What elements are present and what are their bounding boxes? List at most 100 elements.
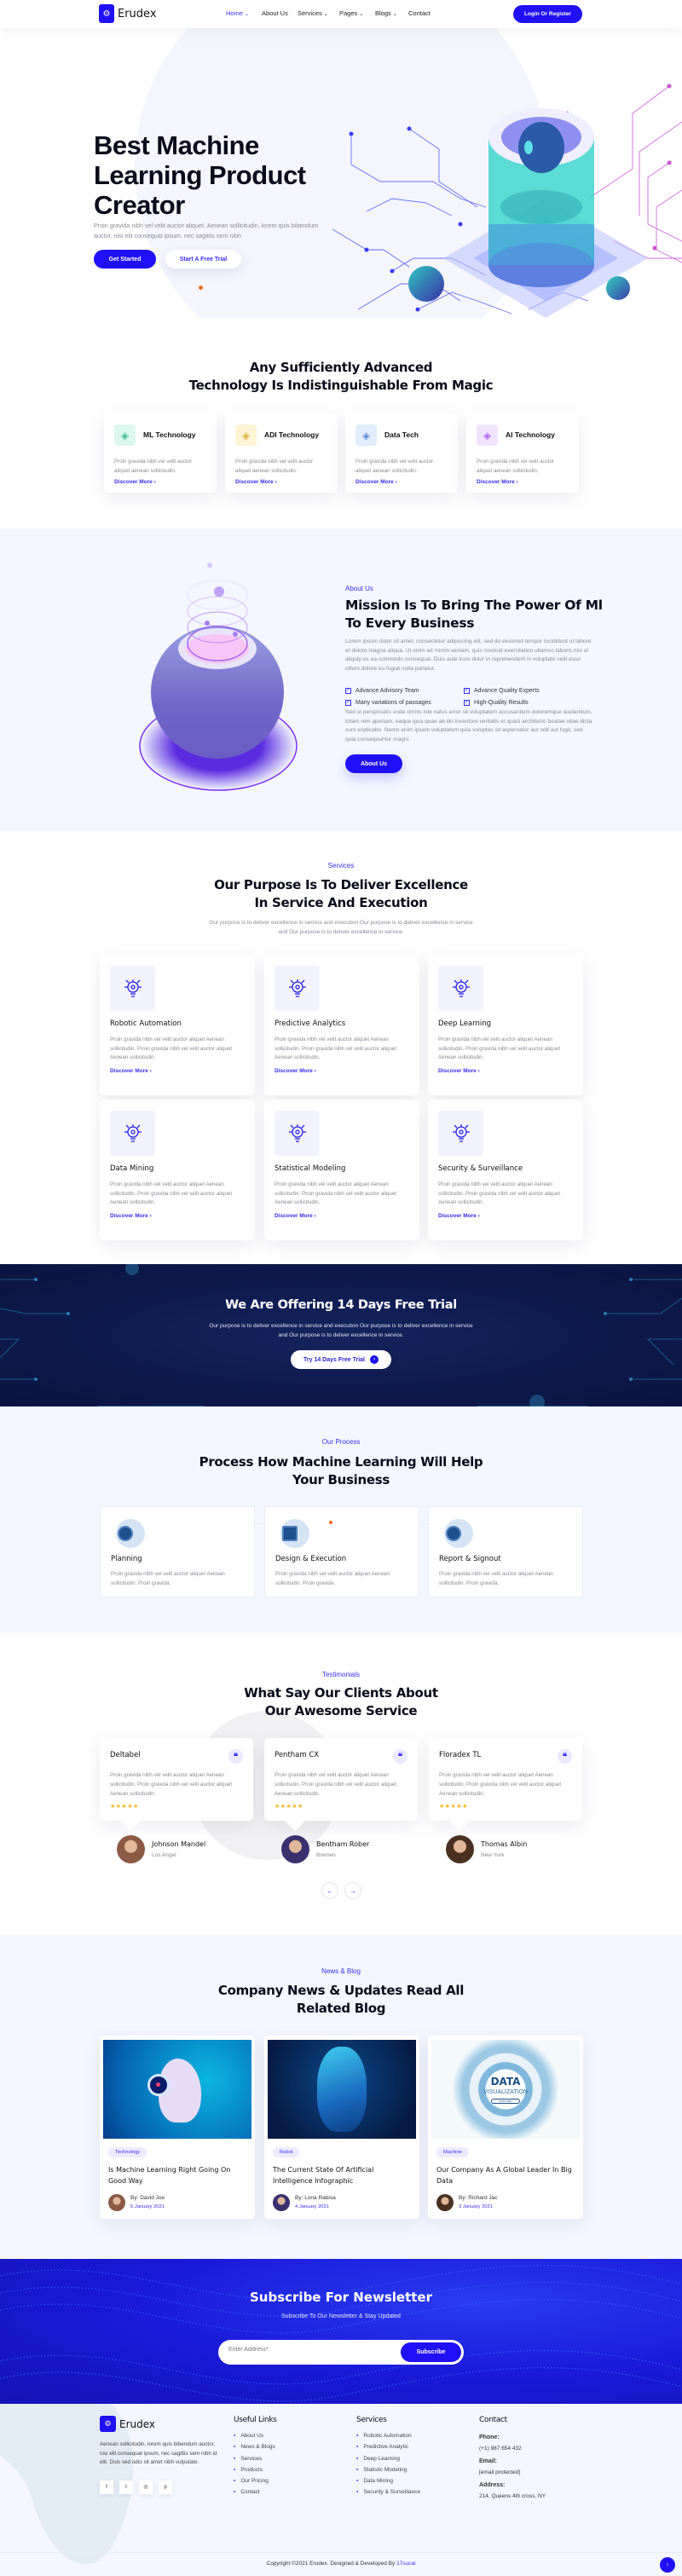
- feature-card-text: Proin gravida nibh vel velit auctor aliqu…: [355, 457, 433, 476]
- check-item: ✓ Many variations of passages: [345, 700, 431, 706]
- footer-link[interactable]: ▪ Contact: [234, 2489, 275, 2500]
- feature-card: ◈ ADI Technology Proin gravida nibh vel …: [225, 413, 338, 493]
- nav-link-about-us[interactable]: About Us: [262, 9, 288, 17]
- trial-description-line: Our purpose is to deliver excellence in …: [209, 1323, 473, 1329]
- chevron-right-icon: ›: [314, 1213, 316, 1219]
- about-us-button[interactable]: About Us: [345, 754, 402, 773]
- blog-date: 3 January 2021: [459, 2204, 493, 2209]
- process-step-text-line: Proin gravida nibh vel velit auctor aliq…: [439, 1571, 553, 1577]
- nav-link-services[interactable]: Services ⌄: [298, 9, 328, 17]
- footer-link[interactable]: ▪ Products: [234, 2467, 275, 2478]
- footer-link[interactable]: ▪ News & Blogs: [234, 2444, 275, 2455]
- feature-card-text: Proin gravida nibh vel velit auctor aliqu…: [114, 457, 192, 476]
- star-rating: ★★★★★: [439, 1804, 468, 1810]
- footer-link[interactable]: ▪ About Us: [234, 2433, 275, 2444]
- email-input[interactable]: [228, 2347, 382, 2353]
- check-item: ✓ High-Quality Results: [464, 700, 529, 706]
- chevron-right-icon: ›: [149, 1213, 152, 1219]
- chevron-down-icon: ⌄: [392, 12, 397, 17]
- pinterest-icon[interactable]: p: [159, 2481, 172, 2494]
- client-name: Johnson Mandel: [152, 1840, 206, 1848]
- instagram-icon[interactable]: ◎: [139, 2481, 153, 2494]
- ai-sphere-illustration: [139, 563, 298, 791]
- blog-tag[interactable]: Technology: [108, 2147, 147, 2157]
- email-value[interactable]: [email protected]: [479, 2468, 546, 2479]
- start-free-trial-button[interactable]: Start A Free Trial: [165, 250, 241, 269]
- login-register-button[interactable]: Login Or Register: [513, 5, 582, 23]
- discover-more-link[interactable]: Discover More ›: [114, 479, 156, 485]
- feature-card-text-line: Proin gravida nibh vel velit auctor: [355, 459, 434, 465]
- blog-post-title[interactable]: Our Company As A Global Leader In Big Da…: [436, 2165, 573, 2186]
- twitter-icon[interactable]: t: [119, 2481, 133, 2494]
- blog-image[interactable]: [103, 2040, 251, 2139]
- face-scan-icon: ◈: [114, 425, 136, 446]
- footer-link[interactable]: ▪ Robotic Automation: [356, 2433, 420, 2444]
- footer-link[interactable]: ▪ Our Pricing: [234, 2478, 275, 2489]
- about-title-line: Mission Is To Bring The Power Of Ml: [345, 598, 603, 613]
- try-free-trial-button[interactable]: Try 14 Days Free Trial ›: [291, 1350, 391, 1369]
- discover-more-link[interactable]: Discover More ›: [438, 1213, 480, 1219]
- discover-more-label: Discover More: [275, 1213, 313, 1219]
- blog-author: By: David Joe: [130, 2195, 165, 2201]
- blog-card[interactable]: Technology Is Machine Learning Right Goi…: [100, 2036, 255, 2219]
- discover-more-link[interactable]: Discover More ›: [438, 1068, 480, 1074]
- blog-tag[interactable]: Machine: [436, 2147, 469, 2157]
- discover-more-link[interactable]: Discover More ›: [110, 1213, 152, 1219]
- nav-link-blogs[interactable]: Blogs ⌄: [375, 9, 397, 17]
- logo[interactable]: ⚙ Erudex: [99, 4, 157, 23]
- services-description: Our purpose is to deliver excellence in …: [0, 918, 682, 937]
- footer-logo[interactable]: ⚙ Erudex: [100, 2416, 155, 2432]
- blog-tag[interactable]: Robot: [273, 2147, 300, 2157]
- testimonial-company: Floradex TL: [439, 1751, 482, 1759]
- blog-image[interactable]: DATA VISUALIZATION EXPLORE: [431, 2040, 580, 2139]
- scroll-to-top-button[interactable]: ↑: [660, 2557, 675, 2573]
- subscribe-button[interactable]: Subscribe: [401, 2342, 461, 2362]
- footer-link[interactable]: ▪ Security & Surveillance: [356, 2489, 420, 2500]
- process-step-text-line: sollicitudin. Proin gravida.: [275, 1580, 336, 1586]
- blog-card[interactable]: Robot The Current State Of Artificial In…: [264, 2036, 419, 2219]
- footer-link[interactable]: ▪ Data Mining: [356, 2478, 420, 2489]
- client-avatar: [446, 1835, 474, 1863]
- discover-more-link[interactable]: Discover More ›: [477, 479, 518, 485]
- nav-link-pages[interactable]: Pages ⌄: [339, 9, 363, 17]
- footer-link[interactable]: ▪ Statistic Modeling: [356, 2467, 420, 2478]
- feature-card-text-line: aliquet aenean sollicitudin.: [355, 468, 418, 474]
- service-card-text: Proin gravida nibh vel velit auctor aliq…: [110, 1181, 233, 1205]
- address-label: Address:: [479, 2482, 506, 2488]
- phone-value: (+1) 987 654 432: [479, 2445, 522, 2452]
- checkbox-checked-icon: ✓: [464, 688, 470, 694]
- discover-more-link[interactable]: Discover More ›: [235, 479, 277, 485]
- footer-link[interactable]: ▪ Predictive Analytic: [356, 2444, 420, 2455]
- nav-link-home[interactable]: Home ⌄: [226, 9, 249, 17]
- discover-more-link[interactable]: Discover More ›: [110, 1068, 152, 1074]
- nav-link-contact[interactable]: Contact: [408, 9, 431, 17]
- orange-dot-decoration: [199, 286, 203, 290]
- process-step-card: Report & Signout Proin gravida nibh vel …: [428, 1506, 583, 1597]
- discover-more-link[interactable]: Discover More ›: [275, 1213, 316, 1219]
- get-started-button[interactable]: Get Started: [94, 250, 156, 269]
- next-arrow-button[interactable]: →: [344, 1882, 361, 1899]
- facebook-icon[interactable]: f: [100, 2481, 113, 2494]
- arrow-right-circle-icon: ›: [370, 1355, 379, 1364]
- author-avatar: [273, 2194, 290, 2211]
- footer-link-label: News & Blogs: [240, 2444, 275, 2451]
- hero-title-line: Best Machine: [94, 130, 259, 160]
- credit-link[interactable]: 17sucai: [396, 2561, 415, 2567]
- logo-brain-icon: ⚙: [100, 2416, 116, 2432]
- logo-brain-icon: ⚙: [99, 4, 114, 23]
- footer-link[interactable]: ▪ Services: [234, 2456, 275, 2467]
- process-section: Our Process Process How Machine Learning…: [0, 1406, 682, 1632]
- hero-ai-illustration: [332, 84, 682, 318]
- blog-post-title[interactable]: The Current State Of Artificial Intellig…: [273, 2165, 409, 2186]
- lightbulb-network-icon: [438, 966, 483, 1011]
- prev-arrow-button[interactable]: ←: [321, 1882, 338, 1899]
- blog-post-title[interactable]: Is Machine Learning Right Going On Good …: [108, 2165, 245, 2186]
- testimonial-card: Floradex TL ❝ Proin gravida nibh vel vel…: [429, 1738, 582, 1831]
- discover-more-link[interactable]: Discover More ›: [355, 479, 397, 485]
- feature-card-title: ML Technology: [143, 430, 196, 439]
- blog-card[interactable]: DATA VISUALIZATION EXPLORE Machine Our Com…: [428, 2036, 583, 2219]
- discover-more-link[interactable]: Discover More ›: [275, 1068, 316, 1074]
- blog-image[interactable]: [268, 2040, 416, 2139]
- footer-link[interactable]: ▪ Deep Learning: [356, 2456, 420, 2467]
- discover-more-label: Discover More: [438, 1213, 477, 1219]
